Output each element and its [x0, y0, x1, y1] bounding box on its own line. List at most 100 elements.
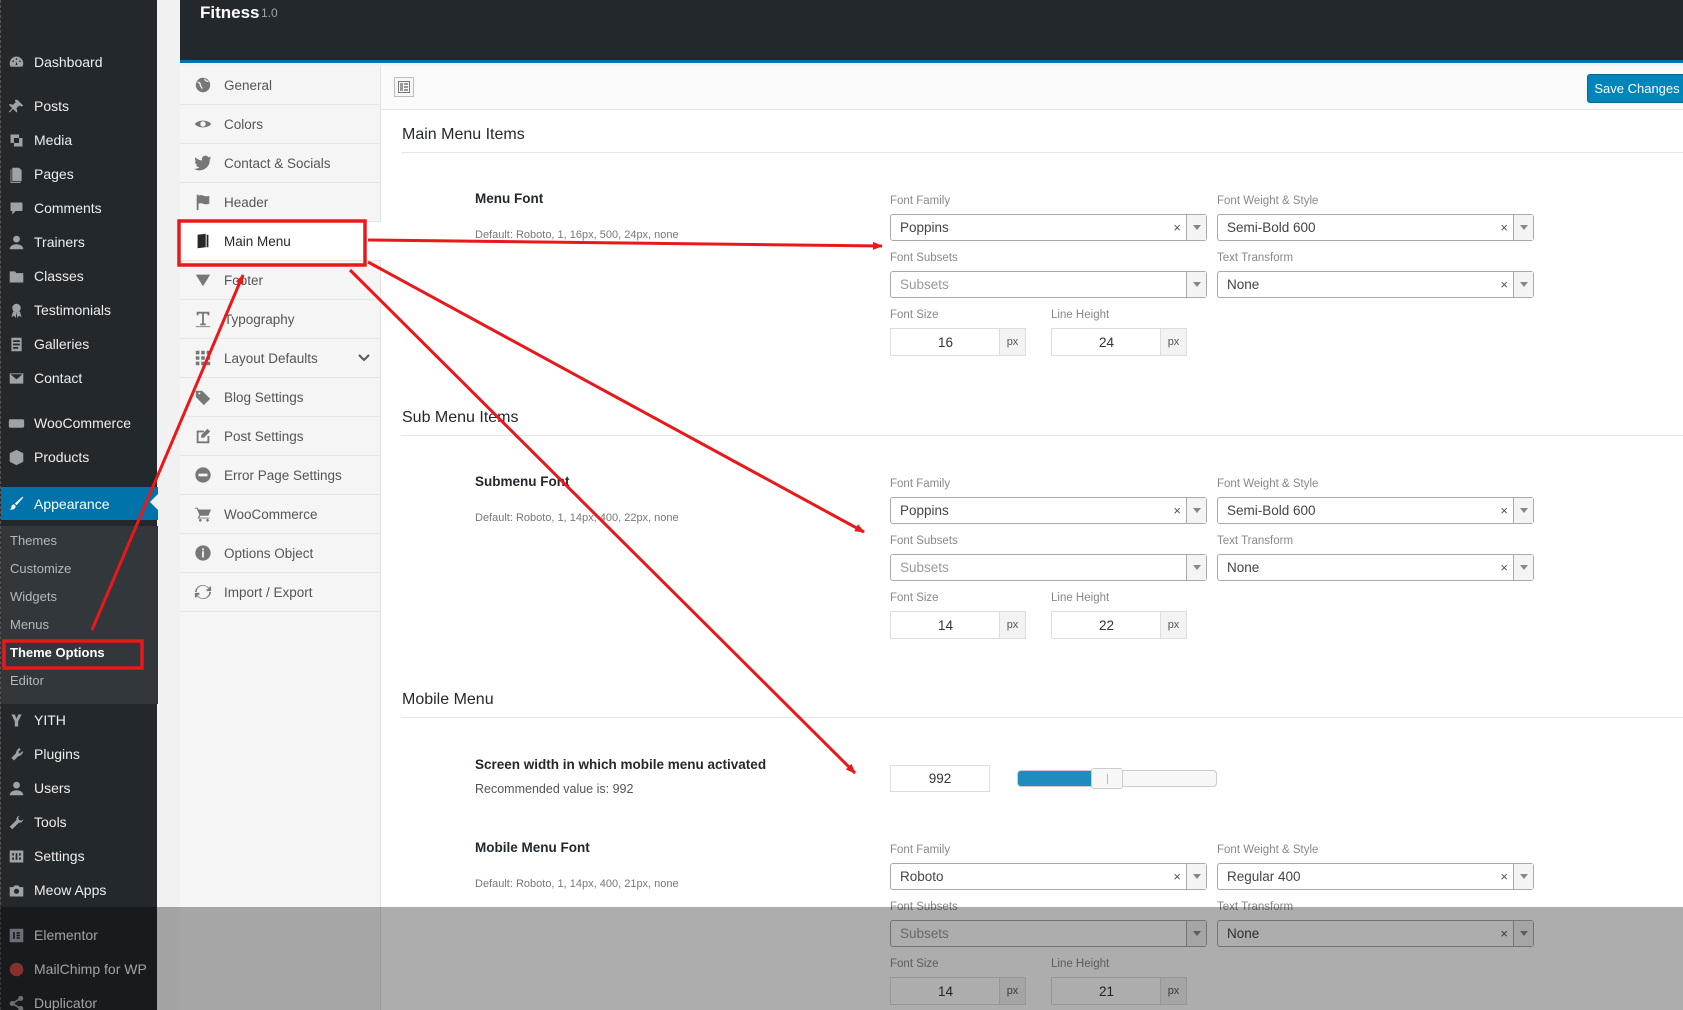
menu-font-family-select[interactable]: Poppins ×	[890, 214, 1207, 241]
slider-handle[interactable]	[1091, 768, 1123, 789]
nav-import-export[interactable]: Import / Export	[180, 573, 381, 612]
nav-post-settings[interactable]: Post Settings	[180, 417, 381, 456]
expand-options-button[interactable]	[394, 77, 414, 97]
dropdown-arrow-icon[interactable]	[1513, 864, 1533, 889]
dropdown-arrow-icon[interactable]	[1186, 921, 1206, 946]
submenu-theme-options[interactable]: Theme Options	[10, 645, 105, 660]
nav-contact-socials[interactable]: Contact & Socials	[180, 144, 381, 183]
mobile-text-transform-select[interactable]: None ×	[1217, 920, 1534, 947]
menu-font-size-input[interactable]: 16 px	[890, 328, 1026, 356]
mobile-menu-font-label: Mobile Menu Font	[475, 840, 590, 855]
submenu-themes[interactable]: Themes	[10, 533, 57, 548]
submenu-font-size-input[interactable]: 14 px	[890, 611, 1026, 639]
clear-icon[interactable]: ×	[1500, 926, 1508, 941]
submenu-text-transform-select[interactable]: None ×	[1217, 554, 1534, 581]
clear-icon[interactable]: ×	[1500, 220, 1508, 235]
menu-item-classes[interactable]: Classes	[1, 261, 158, 291]
clear-icon[interactable]: ×	[1173, 503, 1181, 518]
mobile-font-subsets-select[interactable]: Subsets	[890, 920, 1207, 947]
nav-general[interactable]: General	[180, 66, 381, 105]
mobile-line-height-input[interactable]: 21 px	[1051, 977, 1187, 1005]
mobile-width-input[interactable]: 992	[890, 765, 990, 792]
menu-font-subsets-select[interactable]: Subsets	[890, 271, 1207, 298]
nav-layout-defaults[interactable]: Layout Defaults	[180, 339, 381, 378]
menu-item-elementor[interactable]: Elementor	[1, 920, 158, 950]
yith-icon	[7, 711, 25, 729]
options-panel: Save Changes Main Menu Items Menu Font D…	[381, 66, 1683, 1010]
submenu-line-height-input[interactable]: 22 px	[1051, 611, 1187, 639]
menu-item-users[interactable]: Users	[1, 773, 158, 803]
nav-woocommerce[interactable]: WooCommerce	[180, 495, 381, 534]
dropdown-arrow-icon[interactable]	[1513, 272, 1533, 297]
nav-error-page-settings[interactable]: Error Page Settings	[180, 456, 381, 495]
nav-header[interactable]: Header	[180, 183, 381, 222]
flag-icon	[192, 191, 214, 213]
dropdown-arrow-icon[interactable]	[1186, 498, 1206, 523]
menu-item-appearance[interactable]: Appearance	[1, 487, 158, 520]
dropdown-arrow-icon[interactable]	[1513, 215, 1533, 240]
menu-item-woocommerce[interactable]: WooCommerce	[1, 408, 158, 438]
clear-icon[interactable]: ×	[1500, 277, 1508, 292]
submenu-customize[interactable]: Customize	[10, 561, 71, 576]
user-icon	[7, 233, 25, 251]
nav-blog-settings[interactable]: Blog Settings	[180, 378, 381, 417]
menu-item-tools[interactable]: Tools	[1, 807, 158, 837]
submenu-font-weight-select[interactable]: Semi-Bold 600 ×	[1217, 497, 1534, 524]
menu-item-pages[interactable]: Pages	[1, 159, 158, 189]
wrench-icon	[7, 813, 25, 831]
font-subsets-label: Font Subsets	[890, 252, 958, 264]
menu-item-galleries[interactable]: Galleries	[1, 329, 158, 359]
dropdown-arrow-icon[interactable]	[1186, 555, 1206, 580]
nav-main-menu[interactable]: Main Menu	[180, 222, 381, 261]
nav-colors[interactable]: Colors	[180, 105, 381, 144]
dropdown-arrow-icon[interactable]	[1513, 498, 1533, 523]
dropdown-arrow-icon[interactable]	[1186, 864, 1206, 889]
menu-item-dashboard[interactable]: Dashboard	[1, 47, 158, 77]
menu-font-weight-select[interactable]: Semi-Bold 600 ×	[1217, 214, 1534, 241]
options-nav: General Colors Contact & Socials Header …	[180, 66, 381, 1010]
clear-icon[interactable]: ×	[1173, 869, 1181, 884]
menu-item-products[interactable]: Products	[1, 442, 158, 472]
menu-item-trainers[interactable]: Trainers	[1, 227, 158, 257]
theme-title: Fitness	[200, 3, 260, 22]
mobile-font-weight-select[interactable]: Regular 400 ×	[1217, 863, 1534, 890]
menu-item-media[interactable]: Media	[1, 125, 158, 155]
nav-options-object[interactable]: Options Object	[180, 534, 381, 573]
clear-icon[interactable]: ×	[1500, 560, 1508, 575]
dashboard-icon	[7, 53, 25, 71]
menu-item-contact[interactable]: Contact	[1, 363, 158, 393]
dropdown-arrow-icon[interactable]	[1513, 555, 1533, 580]
mobile-width-slider[interactable]	[1017, 768, 1217, 789]
clear-icon[interactable]: ×	[1173, 220, 1181, 235]
nav-typography[interactable]: Typography	[180, 300, 381, 339]
menu-item-mailchimp[interactable]: MailChimp for WP	[1, 954, 158, 984]
menu-line-height-input[interactable]: 24 px	[1051, 328, 1187, 356]
appearance-submenu: Themes Customize Widgets Menus Theme Opt…	[1, 526, 158, 704]
menu-font-label: Menu Font	[475, 191, 544, 206]
menu-item-testimonials[interactable]: Testimonials	[1, 295, 158, 325]
menu-item-yith[interactable]: YITH	[1, 705, 158, 735]
mobile-font-size-input[interactable]: 14 px	[890, 977, 1026, 1005]
menu-item-settings[interactable]: Settings	[1, 841, 158, 871]
menu-item-plugins[interactable]: Plugins	[1, 739, 158, 769]
clear-icon[interactable]: ×	[1500, 869, 1508, 884]
submenu-editor[interactable]: Editor	[10, 673, 44, 688]
dropdown-arrow-icon[interactable]	[1186, 272, 1206, 297]
globe-icon	[192, 74, 214, 96]
nav-footer[interactable]: Footer	[180, 261, 381, 300]
menu-item-posts[interactable]: Posts	[1, 91, 158, 121]
submenu-font-subsets-select[interactable]: Subsets	[890, 554, 1207, 581]
dropdown-arrow-icon[interactable]	[1186, 215, 1206, 240]
save-changes-button[interactable]: Save Changes	[1587, 74, 1683, 103]
dropdown-arrow-icon[interactable]	[1513, 921, 1533, 946]
submenu-menus[interactable]: Menus	[10, 617, 49, 632]
clear-icon[interactable]: ×	[1500, 503, 1508, 518]
submenu-widgets[interactable]: Widgets	[10, 589, 57, 604]
menu-item-comments[interactable]: Comments	[1, 193, 158, 223]
menu-item-duplicator[interactable]: Duplicator	[1, 988, 158, 1010]
mobile-font-family-select[interactable]: Roboto ×	[890, 863, 1207, 890]
menu-text-transform-select[interactable]: None ×	[1217, 271, 1534, 298]
submenu-font-family-select[interactable]: Poppins ×	[890, 497, 1207, 524]
menu-item-meow-apps[interactable]: Meow Apps	[1, 875, 158, 905]
chevron-down-icon[interactable]	[357, 351, 371, 365]
